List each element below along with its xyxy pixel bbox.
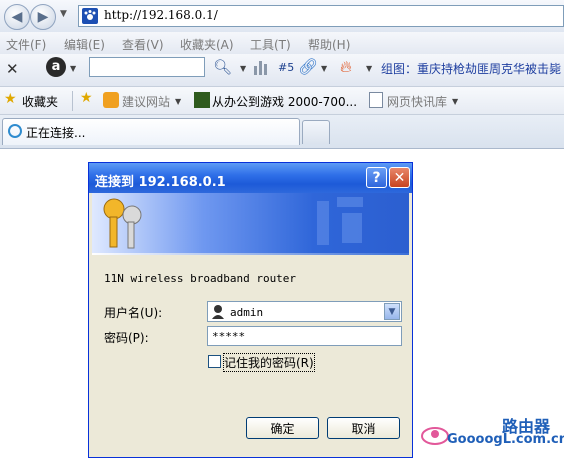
flame-icon[interactable]: 🔥︎ xyxy=(340,57,352,77)
menu-favorites[interactable]: 收藏夹(A) xyxy=(180,36,234,53)
dialog-banner xyxy=(92,193,409,253)
search-engine-icon[interactable]: a xyxy=(46,57,66,77)
dialog-title: 连接到 192.168.0.1 xyxy=(95,175,226,190)
suggested-sites-dropdown-icon[interactable]: ▼ xyxy=(175,97,181,106)
web-slice-icon xyxy=(369,92,383,108)
toolbar-search-input[interactable] xyxy=(89,57,205,77)
user-icon xyxy=(211,304,225,319)
username-dropdown-button[interactable]: ▼ xyxy=(384,303,400,320)
search-engine-dropdown-icon[interactable]: ▼ xyxy=(70,64,76,73)
office-game-site-icon xyxy=(194,92,210,108)
badge-count: #5 xyxy=(278,61,295,74)
banner-divider xyxy=(92,253,409,255)
search-dropdown-icon[interactable]: ▼ xyxy=(240,64,246,73)
close-x-icon: ✕ xyxy=(393,169,406,186)
magnifier-icon[interactable]: 🔍︎ xyxy=(213,58,232,76)
menu-help[interactable]: 帮助(H) xyxy=(308,36,350,53)
close-button[interactable]: ✕ xyxy=(389,167,410,188)
bar-chart-icon[interactable] xyxy=(253,58,269,76)
keys-icon xyxy=(103,197,363,249)
help-button[interactable]: ? xyxy=(366,167,387,188)
close-icon[interactable]: ✕ xyxy=(6,60,19,78)
tab-title: 正在连接... xyxy=(26,126,86,140)
web-slice-gallery-link[interactable]: 网页快讯库 xyxy=(387,93,447,110)
forward-arrow-icon: ▶ xyxy=(37,9,49,25)
ok-button[interactable]: 确定 xyxy=(246,417,319,439)
loading-spinner-icon xyxy=(8,124,22,138)
favorites-button[interactable]: 收藏夹 xyxy=(22,93,58,110)
page-favicon-icon xyxy=(82,8,98,24)
watermark-logo-icon xyxy=(420,420,450,446)
web-slice-dropdown-icon[interactable]: ▼ xyxy=(452,97,458,106)
suggested-sites-icon xyxy=(103,92,119,108)
favorites-divider xyxy=(72,91,73,111)
help-icon: ? xyxy=(372,169,381,186)
cancel-button[interactable]: 取消 xyxy=(327,417,400,439)
new-tab-button[interactable] xyxy=(302,120,330,144)
link-dropdown-icon[interactable]: ▼ xyxy=(321,64,327,73)
password-value: ***** xyxy=(212,330,246,343)
office-game-link[interactable]: 从办公到游戏 2000-700... xyxy=(212,93,357,110)
menu-tools[interactable]: 工具(T) xyxy=(250,36,291,53)
password-label: 密码(P): xyxy=(104,331,149,345)
watermark-url: GoooogL.com.cn xyxy=(447,432,564,447)
remember-password-checkbox[interactable] xyxy=(208,355,221,368)
address-url[interactable]: http://192.168.0.1/ xyxy=(104,8,218,22)
menu-file[interactable]: 文件(F) xyxy=(6,36,46,53)
news-dropdown-icon[interactable]: ▼ xyxy=(366,64,372,73)
history-dropdown-button[interactable]: ▼ xyxy=(60,9,67,19)
menu-edit[interactable]: 编辑(E) xyxy=(64,36,105,53)
device-name: 11N wireless broadband router xyxy=(104,272,297,285)
news-ticker-link[interactable]: 组图：重庆持枪劫匪周克华被击毙 xyxy=(381,60,561,77)
menu-view[interactable]: 查看(V) xyxy=(122,36,164,53)
back-button[interactable]: ◀ xyxy=(4,4,30,30)
favorites-star-icon: ★ xyxy=(4,91,17,107)
back-arrow-icon: ◀ xyxy=(11,9,23,25)
link-icon[interactable]: 🔗︎ xyxy=(298,57,318,76)
username-value: admin xyxy=(230,306,264,319)
add-favorite-icon[interactable]: ★ xyxy=(80,90,93,106)
username-label: 用户名(U): xyxy=(104,306,163,320)
forward-button[interactable]: ▶ xyxy=(30,4,56,30)
remember-password-label[interactable]: 记住我的密码(R) xyxy=(223,353,315,372)
suggested-sites-link[interactable]: 建议网站 xyxy=(122,93,170,110)
